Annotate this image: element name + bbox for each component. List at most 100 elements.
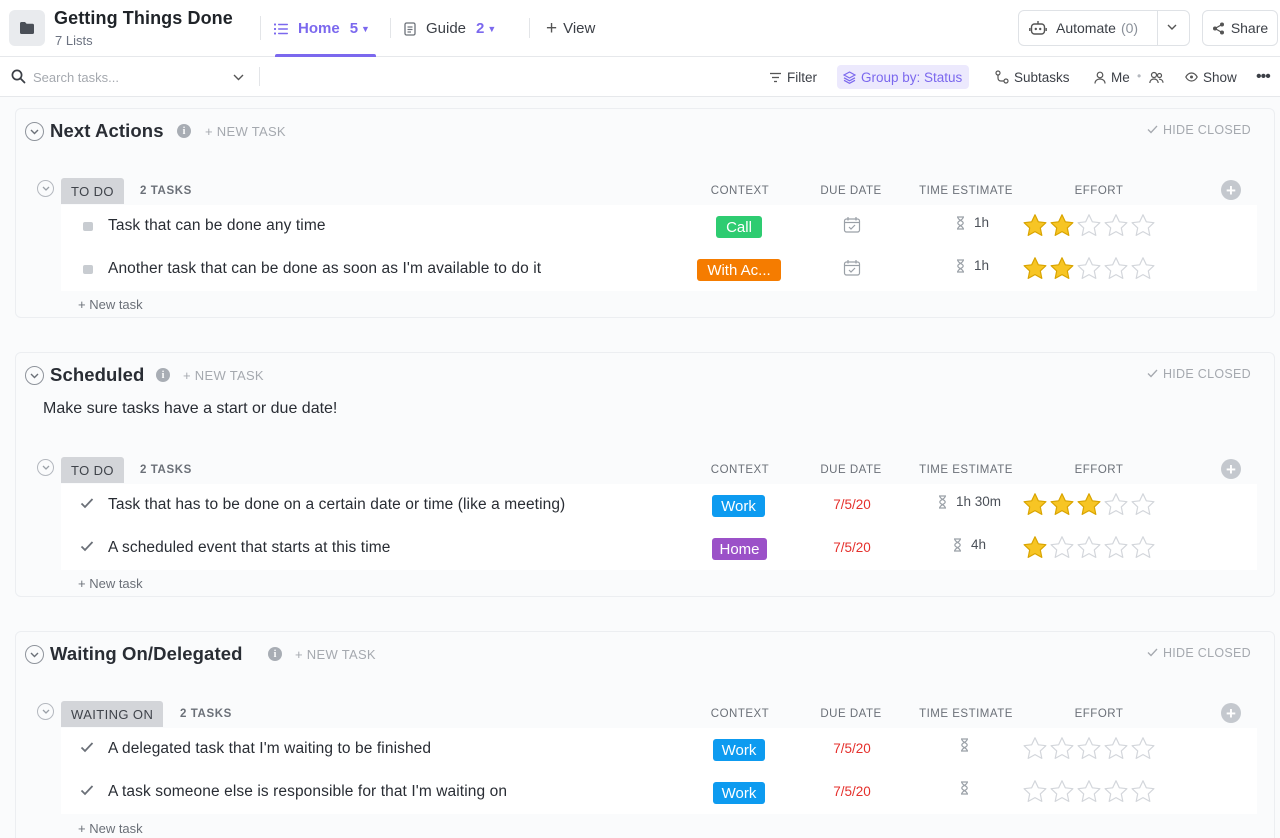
task-name[interactable]: Another task that can be done as soon as…: [108, 260, 541, 278]
group-collapse-icon[interactable]: [37, 459, 54, 476]
star-empty-icon[interactable]: [1103, 212, 1129, 238]
column-header-effort[interactable]: EFFORT: [1059, 185, 1139, 197]
add-view-button[interactable]: + View: [546, 0, 595, 57]
star-filled-icon[interactable]: [1076, 491, 1102, 517]
chevron-down-icon[interactable]: [1165, 20, 1179, 37]
status-badge[interactable]: TO DO: [61, 457, 124, 483]
task-name[interactable]: A scheduled event that starts at this ti…: [108, 539, 391, 557]
star-filled-icon[interactable]: [1022, 212, 1048, 238]
subtasks-button[interactable]: Subtasks: [995, 65, 1070, 89]
group-collapse-icon[interactable]: [37, 180, 54, 197]
context-tag[interactable]: Work: [713, 739, 765, 761]
due-date[interactable]: 7/5/20: [826, 784, 878, 799]
hide-closed-toggle[interactable]: HIDE CLOSED: [1147, 123, 1251, 137]
new-task-row-button[interactable]: + New task: [78, 821, 143, 836]
star-empty-icon[interactable]: [1076, 534, 1102, 560]
add-column-icon[interactable]: +: [1221, 180, 1241, 200]
collapse-toggle-icon[interactable]: [25, 366, 44, 385]
add-task-button[interactable]: + NEW TASK: [295, 647, 376, 662]
add-column-icon[interactable]: +: [1221, 459, 1241, 479]
column-header-time-estimate[interactable]: TIME ESTIMATE: [914, 185, 1018, 197]
new-task-row-button[interactable]: + New task: [78, 297, 143, 312]
star-empty-icon[interactable]: [1103, 534, 1129, 560]
info-icon[interactable]: i: [177, 124, 191, 138]
checkmark-icon[interactable]: [80, 740, 94, 758]
assignees-button[interactable]: [1149, 65, 1169, 89]
table-row[interactable]: A task someone else is responsible for t…: [61, 771, 1257, 814]
calendar-icon[interactable]: [843, 216, 861, 239]
collapse-toggle-icon[interactable]: [25, 122, 44, 141]
column-header-effort[interactable]: EFFORT: [1059, 708, 1139, 720]
chevron-down-icon[interactable]: ▼: [487, 24, 496, 34]
context-tag[interactable]: Home: [712, 538, 767, 560]
tab-guide[interactable]: Guide 2 ▼: [404, 0, 496, 57]
chevron-down-icon[interactable]: [232, 71, 245, 89]
group-by-button[interactable]: Group by: Status: [837, 65, 970, 89]
context-tag[interactable]: Work: [712, 495, 765, 517]
star-filled-icon[interactable]: [1049, 255, 1075, 281]
table-row[interactable]: A scheduled event that starts at this ti…: [61, 527, 1257, 570]
group-collapse-icon[interactable]: [37, 703, 54, 720]
section-title[interactable]: Next Actions: [50, 120, 164, 142]
time-estimate[interactable]: 4h: [953, 537, 986, 552]
effort-rating[interactable]: [1022, 534, 1157, 560]
calendar-icon[interactable]: [843, 259, 861, 282]
column-header-due-date[interactable]: DUE DATE: [811, 708, 891, 720]
task-name[interactable]: Task that has to be done on a certain da…: [108, 496, 565, 514]
task-name[interactable]: A delegated task that I'm waiting to be …: [108, 740, 431, 758]
checkmark-icon[interactable]: [80, 539, 94, 557]
show-button[interactable]: Show: [1185, 65, 1237, 89]
section-description[interactable]: Make sure tasks have a start or due date…: [43, 400, 337, 418]
context-tag[interactable]: With Ac...: [697, 259, 781, 281]
effort-rating[interactable]: [1022, 212, 1157, 238]
column-header-context[interactable]: CONTEXT: [700, 708, 780, 720]
star-empty-icon[interactable]: [1076, 778, 1102, 804]
star-empty-icon[interactable]: [1076, 255, 1102, 281]
checkmark-icon[interactable]: [80, 496, 94, 514]
star-empty-icon[interactable]: [1022, 778, 1048, 804]
filter-button[interactable]: Filter: [769, 65, 817, 89]
time-estimate[interactable]: 1h: [956, 258, 989, 273]
section-title[interactable]: Waiting On/Delegated: [50, 643, 243, 665]
column-header-context[interactable]: CONTEXT: [700, 464, 780, 476]
column-header-time-estimate[interactable]: TIME ESTIMATE: [914, 464, 1018, 476]
add-task-button[interactable]: + NEW TASK: [205, 124, 286, 139]
column-header-due-date[interactable]: DUE DATE: [811, 185, 891, 197]
star-empty-icon[interactable]: [1076, 212, 1102, 238]
star-empty-icon[interactable]: [1022, 735, 1048, 761]
info-icon[interactable]: i: [268, 647, 282, 661]
me-filter-button[interactable]: Me: [1094, 65, 1130, 89]
star-empty-icon[interactable]: [1130, 534, 1156, 560]
due-date[interactable]: 7/5/20: [826, 497, 878, 512]
time-estimate[interactable]: 1h 30m: [938, 494, 1001, 509]
star-filled-icon[interactable]: [1049, 491, 1075, 517]
context-tag[interactable]: Work: [713, 782, 765, 804]
table-row[interactable]: A delegated task that I'm waiting to be …: [61, 728, 1257, 771]
time-estimate[interactable]: [960, 781, 978, 795]
status-badge[interactable]: WAITING ON: [61, 701, 164, 727]
column-header-time-estimate[interactable]: TIME ESTIMATE: [914, 708, 1018, 720]
status-square-icon[interactable]: [83, 265, 93, 274]
star-filled-icon[interactable]: [1049, 212, 1075, 238]
time-estimate[interactable]: 1h: [956, 215, 989, 230]
add-task-button[interactable]: + NEW TASK: [183, 368, 264, 383]
due-date[interactable]: 7/5/20: [826, 540, 878, 555]
info-icon[interactable]: i: [156, 368, 170, 382]
collapse-toggle-icon[interactable]: [25, 645, 44, 664]
table-row[interactable]: Task that has to be done on a certain da…: [61, 484, 1257, 527]
folder-icon[interactable]: [9, 10, 45, 46]
task-name[interactable]: A task someone else is responsible for t…: [108, 783, 507, 801]
section-title[interactable]: Scheduled: [50, 364, 144, 386]
star-filled-icon[interactable]: [1022, 491, 1048, 517]
table-row[interactable]: Task that can be done any time Call 1h: [61, 205, 1257, 248]
star-empty-icon[interactable]: [1130, 778, 1156, 804]
status-badge[interactable]: TO DO: [61, 178, 124, 204]
automate-button[interactable]: Automate (0): [1018, 10, 1190, 46]
star-empty-icon[interactable]: [1103, 491, 1129, 517]
column-header-context[interactable]: CONTEXT: [700, 185, 780, 197]
effort-rating[interactable]: [1022, 735, 1157, 761]
star-filled-icon[interactable]: [1022, 534, 1048, 560]
status-square-icon[interactable]: [83, 222, 93, 231]
search-input[interactable]: [33, 65, 223, 89]
column-header-effort[interactable]: EFFORT: [1059, 464, 1139, 476]
